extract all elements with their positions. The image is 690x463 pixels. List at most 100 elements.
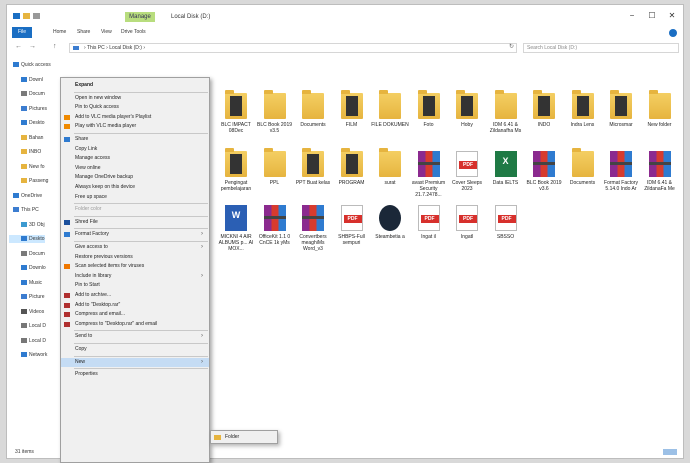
nav-item-inbo[interactable]: INBO — [9, 148, 41, 156]
menu-item-free-up-space[interactable]: Free up space — [61, 193, 209, 202]
nav-item-downlo[interactable]: Downlo — [9, 264, 46, 272]
tab-view[interactable]: View — [101, 29, 112, 35]
view-toggle-icon[interactable] — [663, 449, 677, 455]
forward-button[interactable]: → — [29, 43, 36, 50]
help-icon[interactable] — [669, 29, 677, 37]
file-item[interactable]: INDO — [523, 90, 565, 128]
file-item[interactable]: Convertbers meaghiMs Word_v3 — [292, 205, 334, 252]
nav-item-new-fo[interactable]: New fo — [9, 163, 45, 171]
file-item[interactable]: Microsmar — [600, 90, 642, 128]
quick-access-folder-icon[interactable] — [23, 13, 30, 19]
tab-home[interactable]: Home — [53, 29, 66, 35]
file-item[interactable]: BLC IMPACT 08Dec — [215, 90, 257, 134]
file-item[interactable]: PDF SBSSO — [485, 205, 527, 240]
file-item[interactable]: New folder — [639, 90, 681, 128]
file-item[interactable]: W MICKNI 4 AIR ALBUMS p... AI MOX... — [215, 205, 257, 252]
menu-item-compress-and-email[interactable]: Compress and email... — [61, 310, 209, 319]
tab-share[interactable]: Share — [77, 29, 90, 35]
nav-item-deskto[interactable]: Deskto — [9, 119, 45, 127]
menu-item-scan-selected-items-for-viruses[interactable]: Scan selected items for viruses — [61, 262, 209, 271]
file-item[interactable]: PDF Cover Sleeps 2023 — [446, 151, 488, 192]
menu-item-add-to-desktop-rar[interactable]: Add to "Desktop.rar" — [61, 301, 209, 310]
menu-item-share[interactable]: Share — [61, 135, 209, 144]
file-item[interactable]: Foto — [408, 90, 450, 128]
close-button[interactable]: ✕ — [667, 11, 677, 21]
nav-item-docum[interactable]: Docum — [9, 250, 45, 258]
nav-item-picture[interactable]: Picture — [9, 293, 45, 301]
nav-item-docum[interactable]: Docum — [9, 90, 45, 98]
new-folder-item[interactable]: Folder — [211, 433, 277, 442]
search-input[interactable]: Search Local Disk (D:) — [523, 43, 679, 53]
nav-item-downl[interactable]: Downl — [9, 76, 43, 84]
file-item[interactable]: avast Premium Security 21.7.2478... — [408, 151, 450, 198]
menu-item-open-in-new-window[interactable]: Open in new window — [61, 94, 209, 103]
file-item[interactable]: Hoby — [446, 90, 488, 128]
nav-item-quick-access[interactable]: Quick access — [9, 61, 51, 69]
menu-item-pin-to-start[interactable]: Pin to Start — [61, 281, 209, 290]
nav-item-onedrive[interactable]: OneDrive — [9, 192, 42, 200]
nav-item-passeng[interactable]: Passeng — [9, 177, 48, 185]
file-item[interactable]: FILE DOKUMEN — [369, 90, 411, 128]
menu-item-shred-file[interactable]: Shred File — [61, 218, 209, 227]
file-item[interactable]: PDF Ingat il — [408, 205, 450, 240]
file-item[interactable]: Steambetia a — [369, 205, 411, 240]
menu-item-restore-previous-versions[interactable]: Restore previous versions — [61, 253, 209, 262]
menu-item-give-access-to[interactable]: Give access to › — [61, 243, 209, 252]
file-item[interactable]: FILM — [331, 90, 373, 128]
file-item[interactable]: OfficeKit 1.1 0 CnCE 1k yMs — [254, 205, 296, 246]
file-item[interactable]: PPT Buat kelas — [292, 148, 334, 186]
menu-item-copy[interactable]: Copy — [61, 345, 209, 354]
file-item[interactable]: PDF Ingatl — [446, 205, 488, 240]
menu-item-send-to[interactable]: Send to › — [61, 332, 209, 341]
tab-file[interactable]: File — [12, 27, 32, 38]
menu-item-manage-access[interactable]: Manage access — [61, 154, 209, 163]
menu-item-new[interactable]: New › — [61, 357, 209, 367]
tab-drive-tools[interactable]: Drive Tools — [121, 29, 146, 35]
file-item[interactable]: BLC Book 2019 v3.6 — [523, 151, 565, 192]
menu-item-compress-to-desktop-rar-and-email[interactable]: Compress to "Desktop.rar" and email — [61, 320, 209, 329]
quick-access-dropdown-icon[interactable] — [33, 13, 40, 19]
menu-item-format-factory[interactable]: Format Factory › — [61, 230, 209, 239]
nav-item-pictures[interactable]: Pictures — [9, 105, 47, 113]
menu-item-expand[interactable]: Expand — [61, 81, 209, 90]
file-item[interactable]: Format Factory 5.14.0 Indo Ar — [600, 151, 642, 192]
nav-item-deskto[interactable]: Deskto — [9, 235, 45, 243]
address-bar[interactable]: › This PC › Local Disk (D:) › — [69, 43, 517, 53]
refresh-button[interactable]: ↻ — [509, 43, 514, 50]
file-item[interactable]: PPL — [254, 148, 296, 186]
up-button[interactable]: ↑ — [53, 43, 57, 50]
file-item[interactable]: BLC Book 2019 v3.5 — [254, 90, 296, 134]
menu-item-play-with-vlc-media-player[interactable]: Play with VLC media player — [61, 122, 209, 131]
nav-item-music[interactable]: Music — [9, 279, 42, 287]
menu-item-add-to-vlc-media-player-s-playlist[interactable]: Add to VLC media player's Playlist — [61, 113, 209, 122]
minimize-button[interactable]: − — [627, 11, 637, 21]
back-button[interactable]: ← — [15, 43, 22, 50]
menu-item-always-keep-on-this-device[interactable]: Always keep on this device — [61, 183, 209, 192]
nav-item-videos[interactable]: Videos — [9, 308, 44, 316]
file-item[interactable]: Documents — [292, 90, 334, 128]
nav-item-bahan[interactable]: Bahan — [9, 134, 43, 142]
nav-item-this-pc[interactable]: This PC — [9, 206, 39, 214]
file-item[interactable]: Indra Lens — [562, 90, 604, 128]
nav-item-local-d[interactable]: Local D — [9, 337, 46, 345]
nav-item-network[interactable]: Network — [9, 351, 47, 359]
menu-item-properties[interactable]: Properties — [61, 370, 209, 379]
menu-item-include-in-library[interactable]: Include in library › — [61, 272, 209, 281]
menu-item-pin-to-quick-access[interactable]: Pin to Quick access — [61, 103, 209, 112]
manage-tab[interactable]: Manage — [125, 12, 155, 22]
menu-item-copy-link[interactable]: Copy Link — [61, 145, 209, 154]
menu-item-view-online[interactable]: View online — [61, 164, 209, 173]
file-item[interactable]: PROGRAM — [331, 148, 373, 186]
nav-item-local-d[interactable]: Local D — [9, 322, 46, 330]
file-item[interactable]: Pengingat pembelajaran — [215, 148, 257, 192]
file-item[interactable]: surat — [369, 148, 411, 186]
file-item[interactable]: X Data IELTS — [485, 151, 527, 186]
file-item[interactable]: Documents — [562, 148, 604, 186]
file-item[interactable]: IDM 6.41 & ZildanaFa Me — [639, 151, 681, 192]
nav-item-3d-obj[interactable]: 3D Obj — [9, 221, 45, 229]
menu-item-add-to-archive[interactable]: Add to archive... — [61, 291, 209, 300]
menu-item-manage-onedrive-backup[interactable]: Manage OneDrive backup — [61, 173, 209, 182]
file-item[interactable]: PDF SHBPS-Full sempuri — [331, 205, 373, 246]
maximize-button[interactable]: ☐ — [647, 11, 657, 21]
file-item[interactable]: IDM 6.41 & Zildanafha Ms — [485, 90, 527, 134]
